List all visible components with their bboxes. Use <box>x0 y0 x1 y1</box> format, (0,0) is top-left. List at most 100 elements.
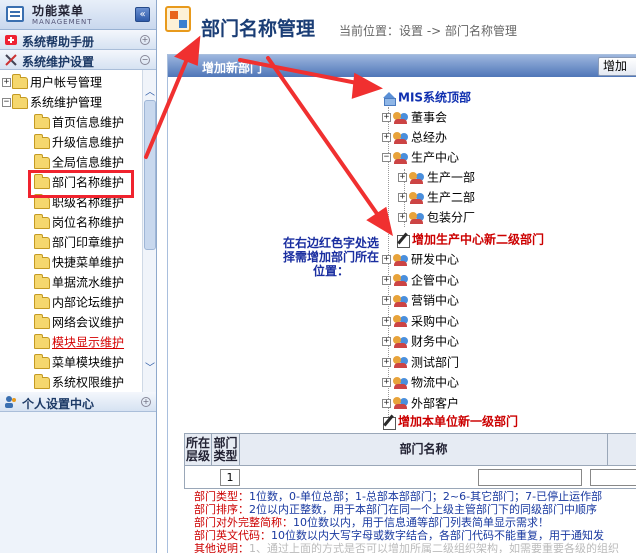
sidebar-item-seal[interactable]: 部门印章维护 <box>34 232 124 252</box>
add-bar-label: 增加新部门 <box>202 61 263 75</box>
expand-icon[interactable]: + <box>398 213 407 222</box>
extra-input[interactable] <box>590 469 636 486</box>
expand-personal-icon[interactable]: + <box>141 397 151 407</box>
section-help[interactable]: 系统帮助手册 + <box>0 30 156 50</box>
folder-icon <box>34 233 50 249</box>
expand-icon[interactable]: + <box>382 133 391 142</box>
dept-child-node-2[interactable]: + 包装分厂 <box>398 207 475 227</box>
section-maintenance-label: 系统维护设置 <box>22 55 95 69</box>
collapse-maintenance-icon[interactable]: − <box>140 55 150 65</box>
note-text: 1、通过上面的方式是否可以增加所属二级组织架构，如需要重要各级的组织 <box>249 542 619 553</box>
expand-icon[interactable]: + <box>382 255 391 264</box>
department-label: 物流中心 <box>411 375 460 390</box>
sidebar-item-global[interactable]: 全局信息维护 <box>34 152 124 172</box>
notes: 部门类型：1位数，0-单位总部；1-总部本部部门；2~6-其它部门；7-已停止运… <box>194 490 636 553</box>
note-label: 部门英文代码： <box>194 529 271 542</box>
collapse-icon[interactable]: − <box>2 98 11 107</box>
add-button[interactable]: 增加 <box>598 57 636 76</box>
expand-icon[interactable]: + <box>382 357 391 367</box>
note-text: 1位数，0-单位总部；1-总部本部部门；2~6-其它部门；7-已停止运作部 <box>249 490 603 503</box>
department-people-icon <box>393 335 409 348</box>
sidebar-item-label: 菜单模块维护 <box>52 355 125 370</box>
folder-icon <box>34 333 50 349</box>
note-text: 10位数以内大写字母或数字结合，各部门代码不能重复，用于通知发 <box>271 529 604 542</box>
department-people-icon <box>409 171 425 184</box>
dept-node-1[interactable]: + 总经办 <box>382 127 447 147</box>
expand-icon[interactable]: + <box>398 173 407 182</box>
dept-node-after-0[interactable]: + 研发中心 <box>382 249 459 269</box>
note-text: 10位数以内，用于信息通等部门列表简单显示需求！ <box>293 516 549 529</box>
sidebar-item-shortcut[interactable]: 快捷菜单维护 <box>34 252 124 272</box>
department-label: 包装分厂 <box>427 210 476 225</box>
scroll-down-icon[interactable]: ﹀ <box>143 362 156 376</box>
sidebar-item-serial[interactable]: 单据流水维护 <box>34 272 124 292</box>
tree-node-system-maintenance[interactable]: − 系统维护管理 <box>2 92 102 112</box>
sidebar-item-module-display[interactable]: 模块显示维护 <box>34 332 124 352</box>
dept-node-after-6[interactable]: + 物流中心 <box>382 372 459 392</box>
folder-icon <box>34 213 50 229</box>
dept-child-node-1[interactable]: + 生产二部 <box>398 187 475 207</box>
folder-icon <box>34 153 50 169</box>
folder-icon <box>34 373 50 389</box>
sidebar-item-forum[interactable]: 内部论坛维护 <box>34 292 124 312</box>
dept-node-after-5[interactable]: + 测试部门 <box>382 352 459 372</box>
dept-node-0[interactable]: + 董事会 <box>382 107 447 127</box>
folder-icon <box>34 253 50 269</box>
tree-node-user-accounts[interactable]: + 用户帐号管理 <box>2 72 102 92</box>
scroll-up-icon[interactable]: ︿ <box>143 86 156 100</box>
department-people-icon <box>409 211 425 224</box>
expand-icon[interactable]: + <box>2 78 11 87</box>
section-personal[interactable]: 个人设置中心 + <box>0 392 156 412</box>
type-input[interactable]: 1 <box>220 469 240 486</box>
name-input[interactable] <box>478 469 582 486</box>
dept-node-after-4[interactable]: + 财务中心 <box>382 331 459 351</box>
department-people-icon <box>393 376 409 389</box>
sidebar-item-upgrade[interactable]: 升级信息维护 <box>34 132 124 152</box>
collapse-sidebar-button[interactable]: « <box>135 7 150 22</box>
edit-pen-icon <box>396 233 410 248</box>
menu-logo-icon <box>6 6 24 22</box>
home-icon <box>382 91 396 106</box>
department-people-icon <box>409 191 425 204</box>
dept-child-node-0[interactable]: + 生产一部 <box>398 167 475 187</box>
section-maintenance[interactable]: 系统维护设置 − <box>0 50 156 70</box>
note-label: 其他说明： <box>194 542 249 553</box>
dept-node-after-7[interactable]: + 外部客户 <box>382 393 459 413</box>
note-line: 部门排序：2位以内正整数，用于本部门在同一个上级主管部门下的同级部门中顺序 <box>194 503 636 516</box>
sidebar-item-permission[interactable]: 系统权限维护 <box>34 372 124 392</box>
sidebar-item-label: 快捷菜单维护 <box>52 255 125 270</box>
expand-icon[interactable]: + <box>382 398 391 408</box>
tree-root[interactable]: MIS系统顶部 <box>382 87 471 107</box>
collapse-icon[interactable]: − <box>382 153 391 162</box>
sidebar-item-home[interactable]: 首页信息维护 <box>34 112 124 132</box>
sidebar-item-post[interactable]: 岗位名称维护 <box>34 212 124 232</box>
folder-icon <box>34 193 50 209</box>
expand-icon[interactable]: + <box>398 193 407 202</box>
dept-node-2[interactable]: − 生产中心 <box>382 147 459 167</box>
sidebar-item-menu-module[interactable]: 菜单模块维护 <box>34 352 124 372</box>
tools-icon <box>5 54 17 66</box>
scrollbar-thumb[interactable] <box>144 100 156 250</box>
folder-icon <box>34 113 50 129</box>
department-label: 营销中心 <box>411 293 460 308</box>
department-label: 测试部门 <box>411 355 460 369</box>
dept-node-after-3[interactable]: + 采购中心 <box>382 311 459 331</box>
sidebar-item-meeting[interactable]: 网络会议维护 <box>34 312 124 332</box>
department-label: 生产中心 <box>411 150 460 165</box>
expand-icon[interactable]: + <box>382 275 391 285</box>
expand-icon[interactable]: + <box>382 296 391 305</box>
dept-node-after-1[interactable]: + 企管中心 <box>382 270 459 290</box>
add-top-department-link[interactable]: 增加本单位新一级部门 <box>382 411 518 431</box>
department-label: 总经办 <box>411 130 448 145</box>
sidebar-scrollbar[interactable]: ︿ ﹀ <box>142 70 156 392</box>
sidebar-item-label: 首页信息维护 <box>52 115 125 130</box>
highlight-box <box>28 170 134 198</box>
expand-icon[interactable]: + <box>382 378 391 387</box>
page-title: 部门名称管理 <box>201 18 316 40</box>
dept-node-after-2[interactable]: + 营销中心 <box>382 290 459 310</box>
add-sub-department-link[interactable]: 增加生产中心新二级部门 <box>396 229 544 249</box>
expand-help-icon[interactable]: + <box>140 35 150 45</box>
expand-icon[interactable]: + <box>382 113 391 122</box>
expand-icon[interactable]: + <box>382 316 391 326</box>
expand-icon[interactable]: + <box>382 337 391 346</box>
